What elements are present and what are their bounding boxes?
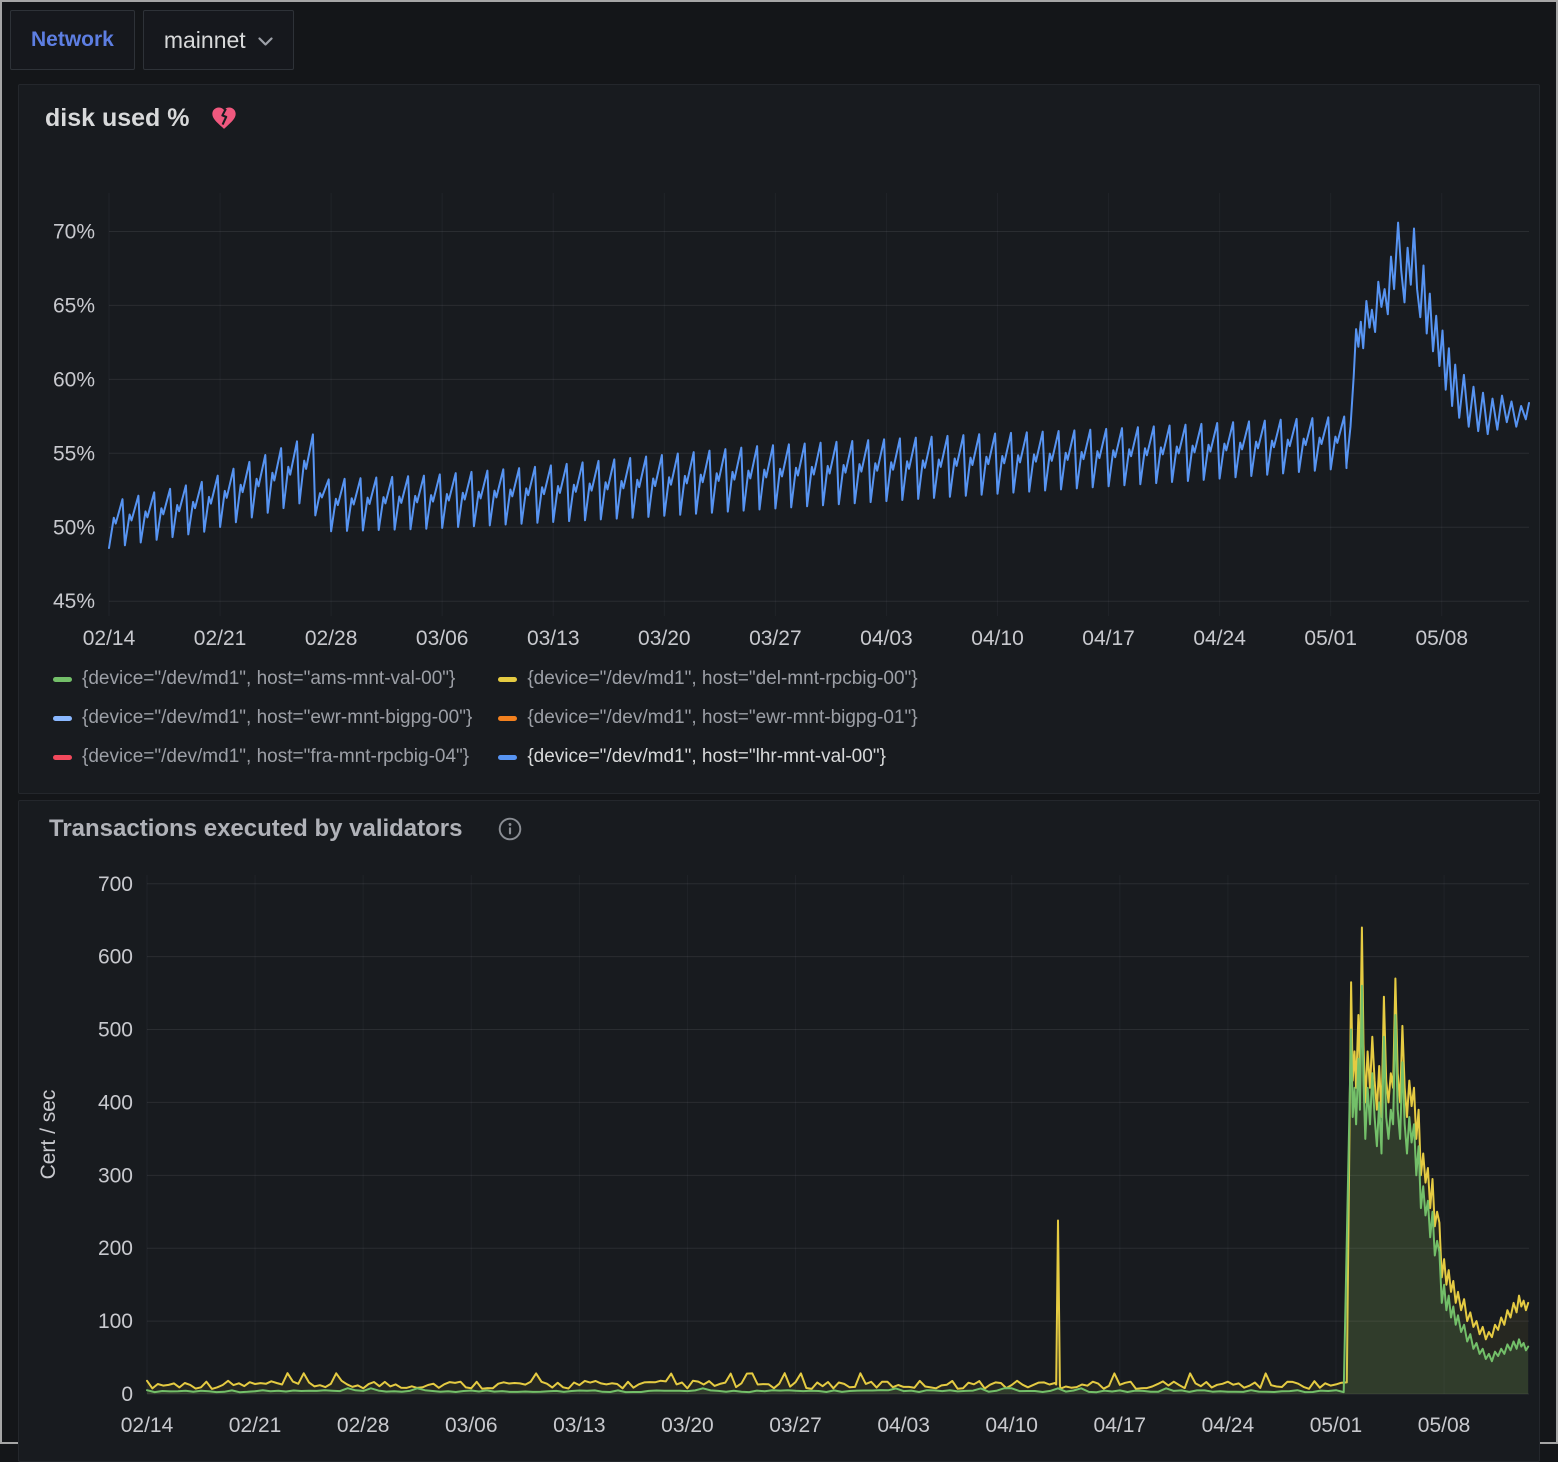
x-tick: 03/20	[661, 1414, 714, 1437]
x-tick: 02/14	[83, 627, 136, 650]
x-tick: 05/01	[1310, 1414, 1363, 1437]
x-tick: 03/06	[416, 627, 469, 650]
x-tick: 03/27	[769, 1414, 822, 1437]
legend-series-color-chip	[498, 677, 517, 682]
x-tick: 02/21	[229, 1414, 282, 1437]
y-tick: 55%	[53, 442, 95, 465]
info-circle-icon[interactable]	[497, 816, 523, 842]
y-axis-label: Cert / sec	[37, 1090, 60, 1180]
transactions-chart[interactable]: 0 100 200 300 400 500 600 700 02/14 02/21 02/28 03/…	[21, 875, 1539, 1455]
x-tick: 02/14	[121, 1414, 174, 1437]
legend-series-color-chip	[53, 716, 72, 721]
x-tick: 03/13	[527, 627, 580, 650]
x-tick: 03/20	[638, 627, 691, 650]
y-tick: 400	[98, 1091, 133, 1114]
x-tick: 05/08	[1418, 1414, 1471, 1437]
x-tick: 04/03	[860, 627, 913, 650]
disk-used-chart[interactable]: 45% 50% 55% 60% 65% 70% 02/14 02/21 02/28 03/06 03…	[21, 193, 1539, 660]
legend-item-5[interactable]: {device="/dev/md1", host="lhr-mnt-val-00…	[498, 746, 917, 768]
x-tick: 05/08	[1415, 627, 1468, 650]
x-tick: 03/06	[445, 1414, 498, 1437]
legend-series-color-chip	[498, 716, 517, 721]
y-tick: 50%	[53, 516, 95, 539]
y-tick: 600	[98, 946, 133, 969]
x-tick: 02/28	[305, 627, 358, 650]
y-tick: 700	[98, 875, 133, 896]
legend-series-label: {device="/dev/md1", host="lhr-mnt-val-00…	[527, 746, 886, 768]
legend-series-label: {device="/dev/md1", host="fra-mnt-rpcbig…	[82, 746, 469, 768]
y-tick: 65%	[53, 294, 95, 317]
legend-item-0[interactable]: {device="/dev/md1", host="ams-mnt-val-00…	[53, 668, 472, 690]
x-tick: 04/24	[1193, 627, 1246, 650]
legend-series-label: {device="/dev/md1", host="ams-mnt-val-00…	[82, 668, 455, 690]
disk-used-chart-svg[interactable]: 45% 50% 55% 60% 65% 70% 02/14 02/21 02/28 03/06 03…	[21, 193, 1537, 655]
legend-series-color-chip	[53, 755, 72, 760]
transactions-chart-svg[interactable]: 0 100 200 300 400 500 600 700 02/14 02/21 02/28 03/…	[21, 875, 1537, 1450]
x-tick: 03/13	[553, 1414, 606, 1437]
y-tick: 60%	[53, 368, 95, 391]
legend-series-color-chip	[498, 755, 517, 760]
dashboard-variables-bar: Network mainnet	[2, 2, 1556, 78]
network-variable-label-text: Network	[31, 28, 114, 52]
x-tick: 04/03	[877, 1414, 930, 1437]
x-tick: 04/10	[985, 1414, 1038, 1437]
legend-item-4[interactable]: {device="/dev/md1", host="fra-mnt-rpcbig…	[53, 746, 472, 768]
y-tick: 300	[98, 1164, 133, 1187]
x-tick: 04/17	[1094, 1414, 1147, 1437]
alert-heart-broken-icon[interactable]	[210, 104, 238, 132]
x-tick: 04/24	[1202, 1414, 1255, 1437]
disk-used-panel: disk used % 45% 50% 55% 60% 65% 70% 02/14 02/21…	[18, 84, 1540, 794]
y-tick: 100	[98, 1310, 133, 1333]
transactions-panel-title: Transactions executed by validators	[49, 815, 463, 843]
legend-item-1[interactable]: {device="/dev/md1", host="del-mnt-rpcbig…	[498, 668, 917, 690]
disk-panel-header[interactable]: disk used %	[19, 85, 1539, 133]
x-tick: 05/01	[1304, 627, 1357, 650]
legend-item-3[interactable]: {device="/dev/md1", host="ewr-mnt-bigpg-…	[498, 707, 917, 729]
x-tick: 04/10	[971, 627, 1024, 650]
legend-item-2[interactable]: {device="/dev/md1", host="ewr-mnt-bigpg-…	[53, 707, 472, 729]
legend-series-color-chip	[53, 677, 72, 682]
chevron-down-icon	[258, 34, 273, 47]
y-tick: 0	[121, 1383, 133, 1406]
transactions-panel-header[interactable]: Transactions executed by validators	[19, 801, 1539, 843]
y-tick: 45%	[53, 590, 95, 613]
network-variable-value: mainnet	[164, 27, 246, 54]
x-tick: 02/21	[194, 627, 247, 650]
y-tick: 200	[98, 1237, 133, 1260]
legend-series-label: {device="/dev/md1", host="ewr-mnt-bigpg-…	[527, 707, 917, 729]
network-variable-dropdown[interactable]: mainnet	[143, 10, 294, 70]
x-tick: 04/17	[1082, 627, 1135, 650]
legend-series-label: {device="/dev/md1", host="del-mnt-rpcbig…	[527, 668, 917, 690]
network-variable-label: Network	[10, 10, 135, 70]
x-tick: 03/27	[749, 627, 802, 650]
y-tick: 70%	[53, 220, 95, 243]
transactions-panel: Transactions executed by validators 0 100…	[18, 800, 1540, 1462]
disk-panel-title: disk used %	[45, 103, 190, 133]
legend-series-label: {device="/dev/md1", host="ewr-mnt-bigpg-…	[82, 707, 472, 729]
disk-used-legend: {device="/dev/md1", host="ams-mnt-val-00…	[53, 668, 1539, 768]
x-tick: 02/28	[337, 1414, 390, 1437]
y-tick: 500	[98, 1019, 133, 1042]
